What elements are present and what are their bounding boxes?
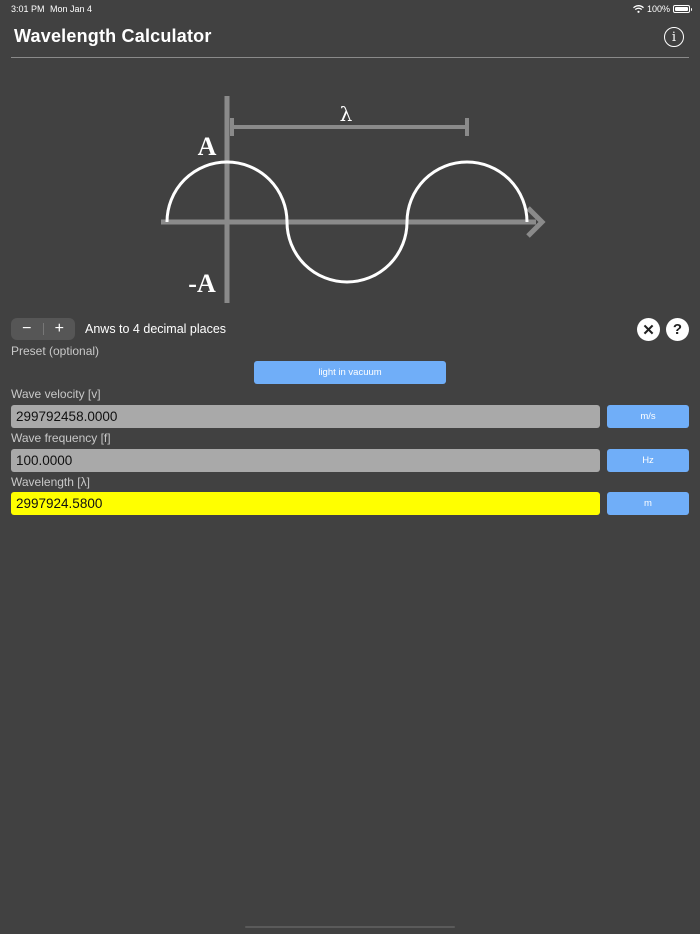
wavelength-unit-button[interactable]: m (607, 492, 689, 515)
preset-label: Preset (optional) (11, 344, 100, 358)
decimal-stepper: − + (11, 318, 75, 340)
status-date: Mon Jan 4 (50, 4, 93, 14)
velocity-input[interactable]: 299792458.0000 (11, 405, 600, 428)
screen: 3:01 PM Mon Jan 4 100% Wavelength Calcul… (0, 0, 700, 934)
velocity-unit-button[interactable]: m/s (607, 405, 689, 428)
lambda-label: λ (340, 102, 353, 126)
battery-percent: 100% (646, 4, 670, 14)
wifi-icon (633, 5, 644, 13)
decrease-decimals-button[interactable]: − (11, 318, 43, 340)
wavelength-result[interactable]: 2997924.5800 (11, 492, 600, 515)
precision-label: Anws to 4 decimal places (85, 322, 227, 336)
frequency-label: Wave frequency [f] (11, 431, 111, 445)
home-indicator (245, 926, 455, 928)
header-divider (11, 57, 689, 58)
battery-icon (673, 5, 692, 13)
help-button[interactable]: ? (666, 318, 689, 341)
page-title: Wavelength Calculator (14, 26, 212, 46)
help-icon: ? (672, 321, 683, 338)
neg-amplitude-label: -A (188, 269, 216, 298)
frequency-unit-button[interactable]: Hz (607, 449, 689, 472)
info-icon[interactable]: i (664, 27, 684, 47)
close-icon: ✕ (642, 321, 655, 339)
frequency-input[interactable]: 100.0000 (11, 449, 600, 472)
amplitude-label: A (198, 132, 217, 161)
increase-decimals-button[interactable]: + (43, 318, 75, 340)
status-time: 3:01 PM (11, 4, 45, 14)
status-bar: 3:01 PM Mon Jan 4 100% (0, 0, 700, 18)
wave-diagram: λ A -A (161, 96, 546, 303)
status-indicators: 100% (633, 4, 692, 14)
clear-button[interactable]: ✕ (637, 318, 660, 341)
preset-button[interactable]: light in vacuum (254, 361, 446, 384)
velocity-label: Wave velocity [v] (11, 387, 101, 401)
wavelength-label: Wavelength [λ] (11, 475, 90, 489)
